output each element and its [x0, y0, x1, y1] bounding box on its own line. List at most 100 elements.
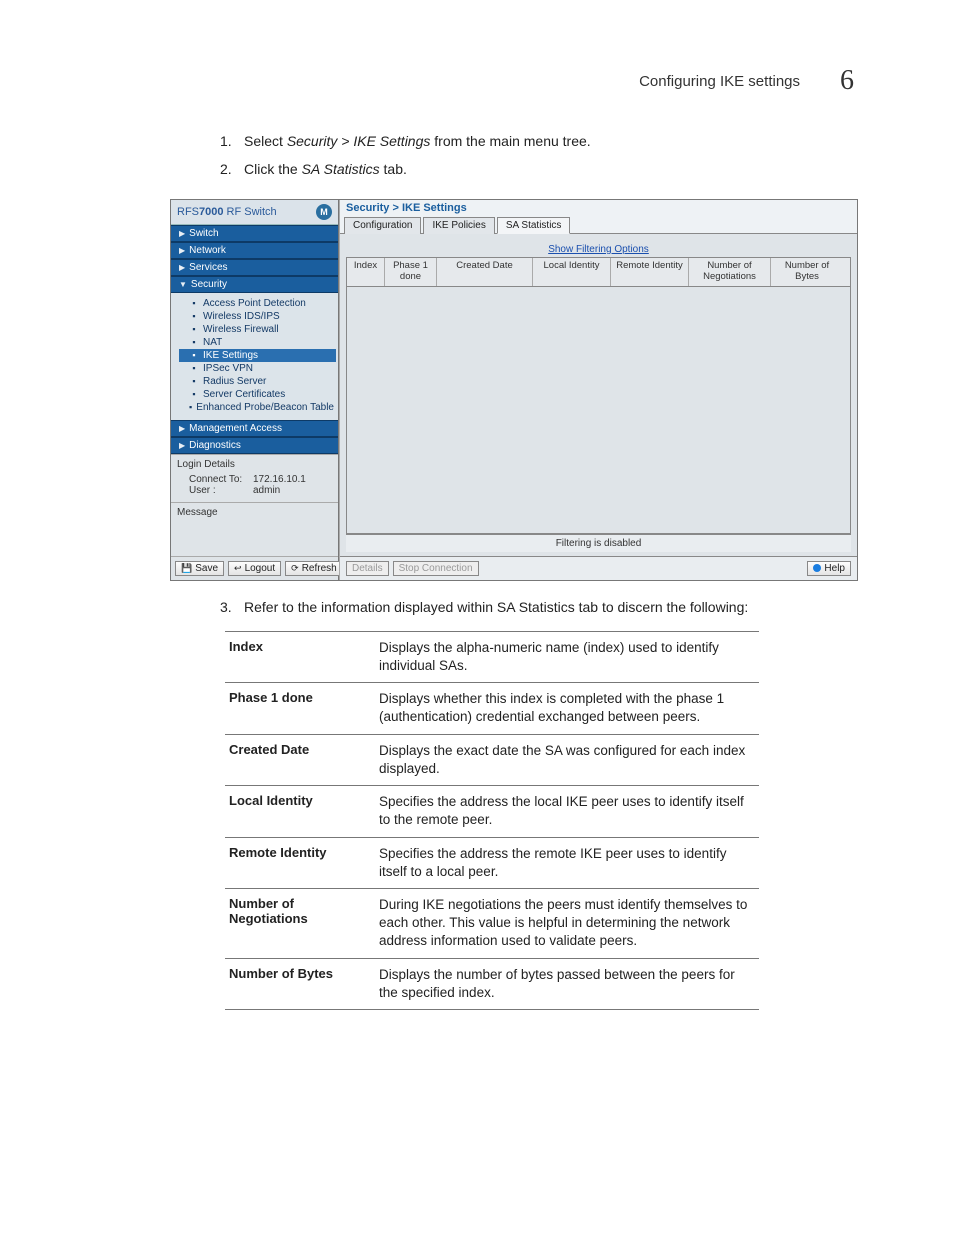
sidebar-button-row: 💾Save ↩Logout ⟳Refresh: [171, 556, 338, 580]
logout-button[interactable]: ↩Logout: [228, 561, 281, 576]
definition-row: Number of NegotiationsDuring IKE negotia…: [225, 888, 759, 958]
tree-ipsec-vpn[interactable]: ▪IPSec VPN: [179, 362, 336, 375]
node-icon: ▪: [189, 363, 199, 373]
tree-access-point-detection[interactable]: ▪Access Point Detection: [179, 297, 336, 310]
nav-network[interactable]: ▶Network: [171, 242, 338, 259]
table-header-row: Index Phase 1 done Created Date Local Id…: [346, 257, 851, 287]
table-body-empty: [346, 287, 851, 534]
message-title: Message: [177, 507, 332, 518]
col-index[interactable]: Index: [347, 258, 385, 286]
definition-description: Displays the exact date the SA was confi…: [375, 734, 759, 785]
definition-term: Number of Bytes: [225, 958, 375, 1009]
chevron-right-icon: ▶: [179, 229, 185, 238]
chevron-right-icon: ▶: [179, 246, 185, 255]
sidebar: RFS7000 RF Switch M ▶Switch ▶Network ▶Se…: [171, 200, 339, 580]
definition-description: Displays the alpha-numeric name (index) …: [375, 631, 759, 682]
main-panel: Security > IKE Settings Configuration IK…: [339, 200, 857, 580]
chevron-right-icon: ▶: [179, 424, 185, 433]
node-icon: ▪: [189, 324, 199, 334]
definitions-table: IndexDisplays the alpha-numeric name (in…: [225, 631, 759, 1010]
show-filtering-options-link[interactable]: Show Filtering Options: [346, 244, 851, 255]
tree-radius-server[interactable]: ▪Radius Server: [179, 375, 336, 388]
col-phase1-done[interactable]: Phase 1 done: [385, 258, 437, 286]
tree-wireless-ids[interactable]: ▪Wireless IDS/IPS: [179, 310, 336, 323]
tab-bar: Configuration IKE Policies SA Statistics: [340, 216, 857, 234]
definition-term: Created Date: [225, 734, 375, 785]
definition-description: Displays whether this index is completed…: [375, 683, 759, 734]
security-subtree: ▪Access Point Detection ▪Wireless IDS/IP…: [171, 293, 338, 420]
step-3: 3. Refer to the information displayed wi…: [220, 599, 854, 615]
col-created-date[interactable]: Created Date: [437, 258, 533, 286]
step-2: 2. Click the SA Statistics tab.: [220, 158, 854, 180]
refresh-button[interactable]: ⟳Refresh: [285, 561, 343, 576]
tab-content: Show Filtering Options Index Phase 1 don…: [340, 234, 857, 556]
col-number-bytes[interactable]: Number of Bytes: [771, 258, 843, 286]
tree-enhanced-probe[interactable]: ▪Enhanced Probe/Beacon Table: [179, 401, 336, 414]
step-1: 1. Select Security > IKE Settings from t…: [220, 130, 854, 152]
nav-diagnostics[interactable]: ▶Diagnostics: [171, 437, 338, 454]
node-icon: ▪: [189, 402, 192, 412]
node-icon: ▪: [189, 311, 199, 321]
steps-list: 1. Select Security > IKE Settings from t…: [220, 130, 854, 181]
definition-row: Local IdentitySpecifies the address the …: [225, 786, 759, 837]
connect-to-label: Connect To:: [189, 474, 247, 485]
definition-description: Specifies the address the remote IKE pee…: [375, 837, 759, 888]
nav-security[interactable]: ▼Security: [171, 276, 338, 293]
running-header: Configuring IKE settings 6: [639, 65, 854, 97]
definition-description: During IKE negotiations the peers must i…: [375, 888, 759, 958]
help-button[interactable]: Help: [807, 561, 851, 576]
definition-row: Phase 1 doneDisplays whether this index …: [225, 683, 759, 734]
definition-description: Specifies the address the local IKE peer…: [375, 786, 759, 837]
definition-term: Index: [225, 631, 375, 682]
login-details-title: Login Details: [177, 459, 332, 470]
tab-configuration[interactable]: Configuration: [344, 217, 421, 234]
help-icon: [813, 564, 821, 572]
nav-services[interactable]: ▶Services: [171, 259, 338, 276]
stop-connection-button[interactable]: Stop Connection: [393, 561, 479, 576]
node-icon: ▪: [189, 337, 199, 347]
node-icon: ▪: [189, 298, 199, 308]
login-details-panel: Login Details Connect To: 172.16.10.1 Use…: [171, 454, 338, 502]
tab-ike-policies[interactable]: IKE Policies: [423, 217, 494, 234]
save-icon: 💾: [181, 563, 192, 574]
definition-description: Displays the number of bytes passed betw…: [375, 958, 759, 1009]
user-value: admin: [253, 485, 280, 496]
nav-switch[interactable]: ▶Switch: [171, 225, 338, 242]
tree-ike-settings[interactable]: ▪IKE Settings: [179, 349, 336, 362]
connect-to-value: 172.16.10.1: [253, 474, 306, 485]
bottom-toolbar: Details Stop Connection Help: [340, 556, 857, 580]
header-title: Configuring IKE settings: [639, 73, 800, 90]
definition-row: Remote IdentitySpecifies the address the…: [225, 837, 759, 888]
logout-icon: ↩: [234, 563, 242, 574]
nav-management-access[interactable]: ▶Management Access: [171, 420, 338, 437]
app-window: RFS7000 RF Switch M ▶Switch ▶Network ▶Se…: [170, 199, 858, 581]
node-icon: ▪: [189, 350, 199, 360]
definition-term: Remote Identity: [225, 837, 375, 888]
filter-status: Filtering is disabled: [346, 534, 851, 552]
tab-sa-statistics[interactable]: SA Statistics: [497, 217, 571, 234]
brand-bar: RFS7000 RF Switch M: [171, 200, 338, 225]
chevron-right-icon: ▶: [179, 263, 185, 272]
definition-row: IndexDisplays the alpha-numeric name (in…: [225, 631, 759, 682]
definition-term: Phase 1 done: [225, 683, 375, 734]
node-icon: ▪: [189, 389, 199, 399]
definition-term: Number of Negotiations: [225, 888, 375, 958]
breadcrumb: Security > IKE Settings: [340, 200, 857, 216]
tree-wireless-firewall[interactable]: ▪Wireless Firewall: [179, 323, 336, 336]
col-local-identity[interactable]: Local Identity: [533, 258, 611, 286]
save-button[interactable]: 💾Save: [175, 561, 224, 576]
refresh-icon: ⟳: [291, 563, 299, 574]
chapter-number: 6: [840, 65, 854, 97]
tree-nat[interactable]: ▪NAT: [179, 336, 336, 349]
definition-row: Created DateDisplays the exact date the …: [225, 734, 759, 785]
definition-row: Number of BytesDisplays the number of by…: [225, 958, 759, 1009]
col-number-negotiations[interactable]: Number of Negotiations: [689, 258, 771, 286]
user-label: User :: [189, 485, 247, 496]
col-remote-identity[interactable]: Remote Identity: [611, 258, 689, 286]
tree-server-certificates[interactable]: ▪Server Certificates: [179, 388, 336, 401]
node-icon: ▪: [189, 376, 199, 386]
chevron-right-icon: ▶: [179, 441, 185, 450]
details-button[interactable]: Details: [346, 561, 389, 576]
message-panel: Message: [171, 502, 338, 556]
brand-text: RFS7000 RF Switch: [177, 206, 277, 218]
